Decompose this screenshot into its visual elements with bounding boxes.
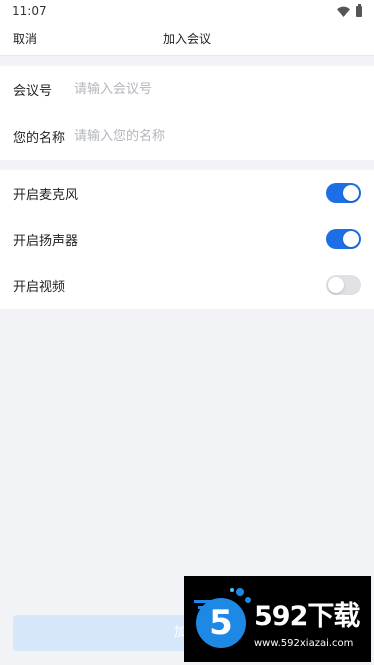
speaker-label: 开启扬声器 [13, 233, 79, 249]
toggle-knob [343, 185, 359, 201]
toggle-knob [328, 277, 344, 293]
logo-digit: 5 [209, 603, 233, 643]
options-list: 开启麦克风 开启扬声器 开启视频 [0, 170, 374, 309]
watermark-brand: 592下载 [254, 601, 360, 632]
speaker-toggle[interactable] [326, 229, 361, 249]
watermark-url: www.592xiazai.com [254, 638, 354, 649]
microphone-toggle[interactable] [326, 183, 361, 203]
video-toggle[interactable] [326, 275, 361, 295]
speaker-option: 开启扬声器 [0, 216, 374, 262]
status-icons [337, 3, 362, 17]
page-title: 加入会议 [162, 32, 211, 46]
video-option: 开启视频 [0, 262, 374, 308]
battery-icon [356, 3, 362, 17]
wifi-icon [337, 6, 350, 17]
toggle-knob [343, 231, 359, 247]
meeting-id-label: 会议号 [13, 84, 53, 99]
watermark-logo: 5 592下载 www.592xiazai.com [184, 576, 371, 662]
video-label: 开启视频 [13, 279, 66, 295]
meeting-id-row: 会议号 [0, 66, 374, 113]
microphone-option: 开启麦克风 [0, 170, 374, 216]
display-name-row: 您的名称 [0, 113, 374, 160]
status-bar: 11:07 [0, 0, 374, 22]
display-name-input[interactable] [74, 121, 374, 152]
meeting-id-input[interactable] [74, 74, 374, 105]
microphone-label: 开启麦克风 [13, 187, 79, 203]
status-time: 11:07 [12, 4, 47, 18]
nav-bar: 取消 加入会议 [0, 22, 374, 56]
display-name-label: 您的名称 [13, 131, 66, 146]
join-form: 会议号 您的名称 [0, 66, 374, 160]
